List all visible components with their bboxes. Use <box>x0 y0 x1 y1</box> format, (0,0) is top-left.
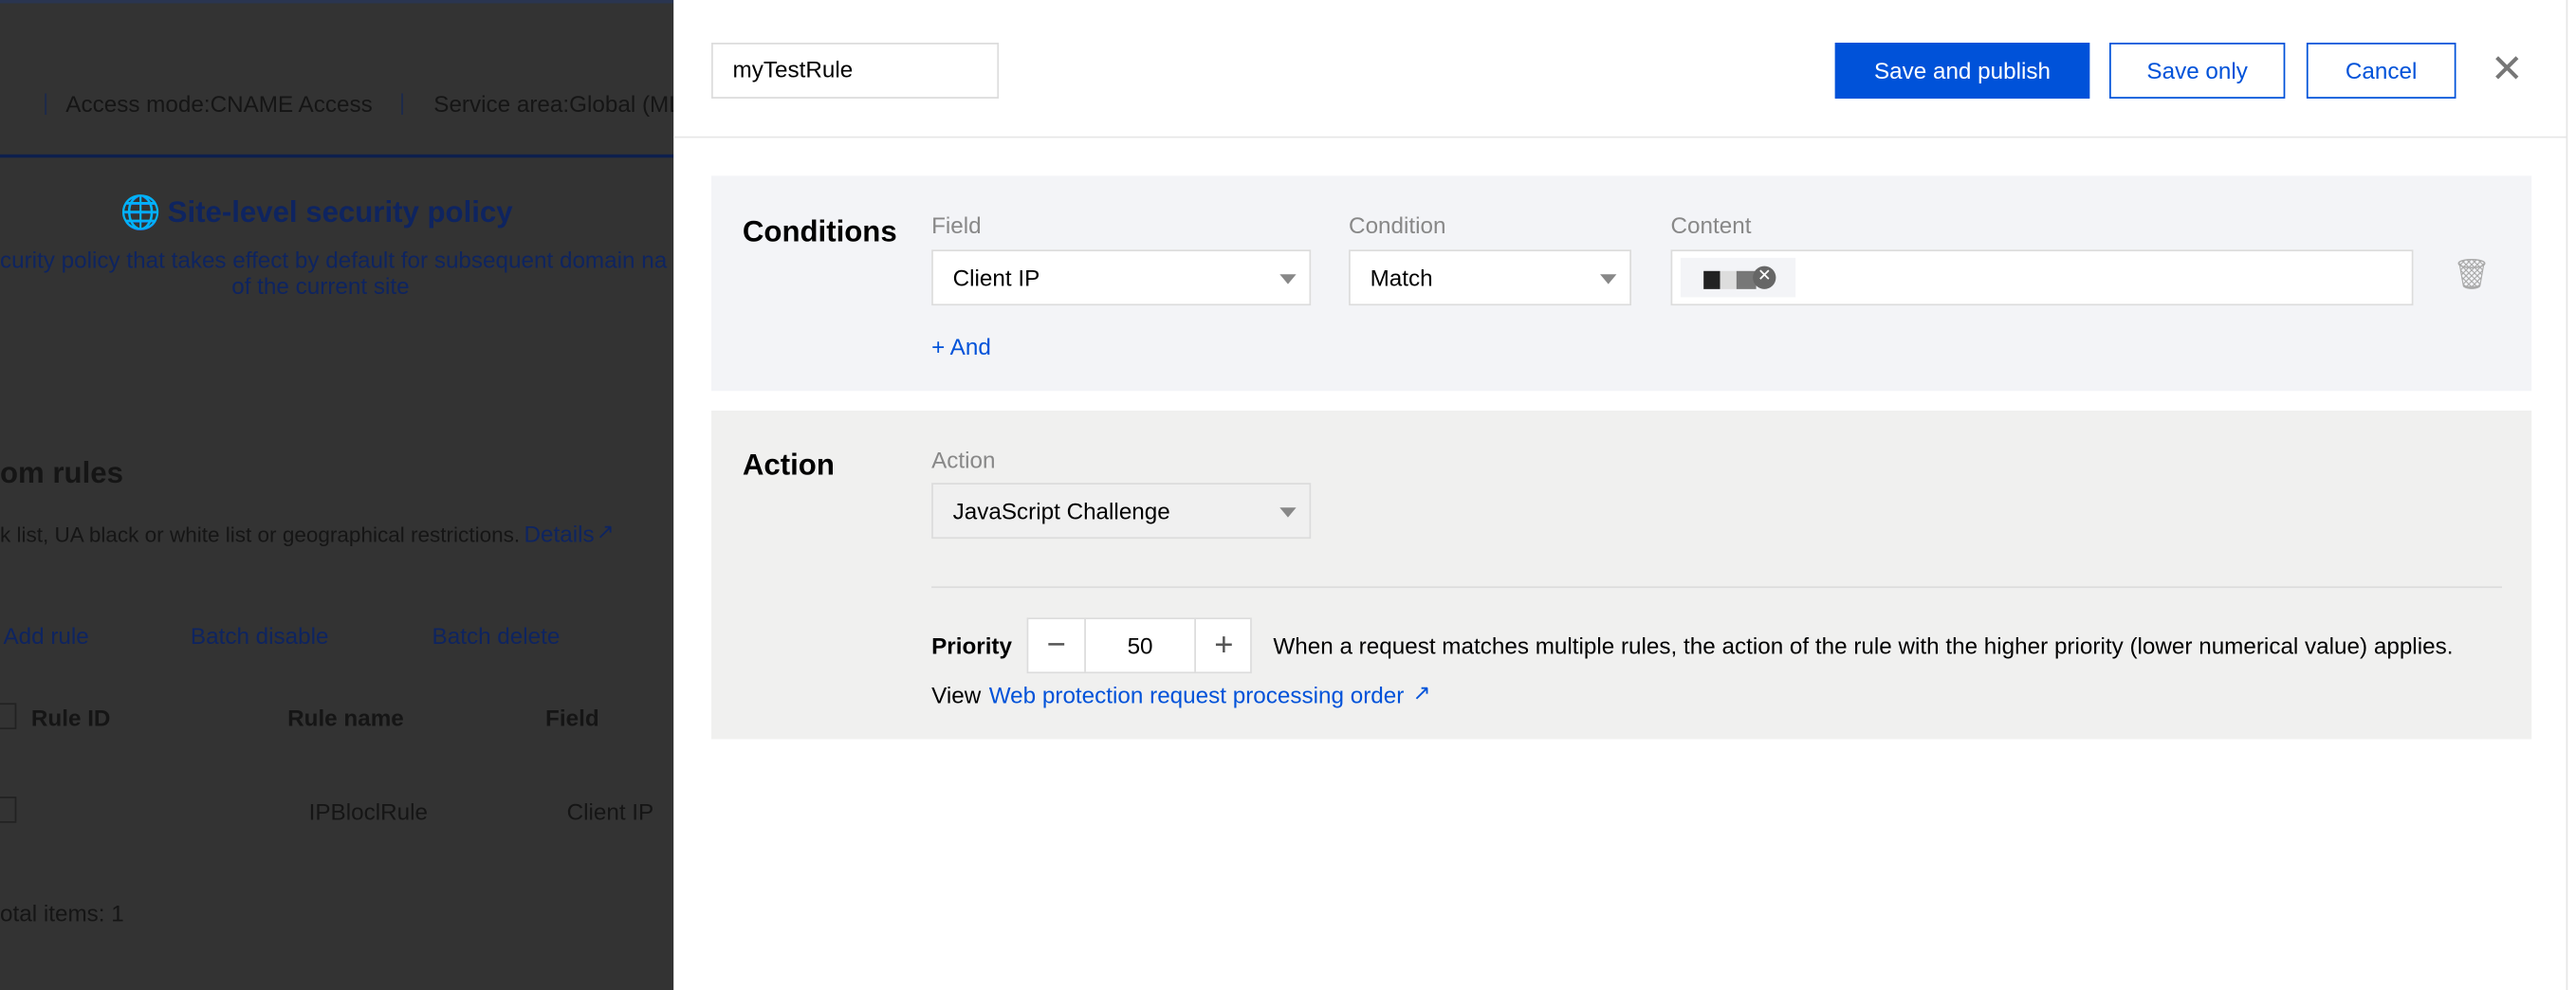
action-select-value: JavaScript Challenge <box>952 497 1170 524</box>
chevron-down-icon <box>1279 274 1297 284</box>
field-select[interactable]: Client IP <box>931 249 1312 306</box>
select-all-checkbox[interactable] <box>0 703 17 730</box>
row-rule-name: IPBloclRule <box>308 798 428 825</box>
header-divider <box>673 136 2567 138</box>
section-title: om rules <box>0 456 123 490</box>
chevron-down-icon <box>1279 507 1297 518</box>
content-input[interactable]: ✕ <box>1670 249 2414 306</box>
policy-title: Site-level security policy <box>167 195 513 229</box>
section-desc: k list, UA black or white list or geogra… <box>0 522 521 547</box>
processing-order-link[interactable]: Web protection request processing order <box>989 682 1405 708</box>
policy-desc-2: of the current site <box>231 272 410 300</box>
header-field: Field <box>545 705 599 731</box>
action-title: Action <box>742 448 835 482</box>
header-rule-name: Rule name <box>287 705 404 731</box>
chevron-down-icon <box>1600 274 1617 284</box>
field-label: Field <box>931 211 982 239</box>
field-select-value: Client IP <box>952 264 1040 291</box>
tag-remove-icon[interactable]: ✕ <box>1753 266 1776 289</box>
content-label: Content <box>1670 211 1752 239</box>
conditions-title: Conditions <box>742 214 897 248</box>
priority-stepper: − 50 + <box>1026 617 1252 674</box>
close-icon[interactable]: ✕ <box>2491 46 2524 93</box>
separator: | <box>398 88 406 116</box>
priority-label: Priority <box>931 632 1013 659</box>
action-select[interactable]: JavaScript Challenge <box>931 483 1312 540</box>
add-and-condition-link[interactable]: + And <box>931 334 991 360</box>
background-page: | Access mode:CNAME Access | Service are… <box>0 0 674 990</box>
view-label: View <box>931 681 982 708</box>
priority-input[interactable]: 50 <box>1086 619 1194 671</box>
divider <box>931 586 2502 589</box>
globe-icon: 🌐 <box>120 195 161 232</box>
trash-icon[interactable]: 🗑 <box>2453 258 2491 292</box>
condition-select[interactable]: Match <box>1349 249 1631 306</box>
add-rule-button[interactable]: Add rule <box>3 622 88 649</box>
external-link-icon[interactable]: ↗ <box>1413 680 1431 706</box>
rule-editor-drawer: myTestRule Save and publish Save only Ca… <box>673 0 2567 990</box>
details-link[interactable]: Details <box>524 521 595 547</box>
increment-button[interactable]: + <box>1194 619 1252 672</box>
row-checkbox[interactable] <box>0 797 17 823</box>
total-items: otal items: 1 <box>0 900 124 926</box>
ip-tag: ✕ <box>1680 257 1796 298</box>
redacted-block <box>1720 270 1737 289</box>
access-mode: Access mode:CNAME Access <box>65 90 373 117</box>
decrement-button[interactable]: − <box>1028 619 1086 672</box>
header-rule-id: Rule ID <box>30 705 111 731</box>
rule-name-input[interactable]: myTestRule <box>710 43 1000 99</box>
batch-delete-button[interactable]: Batch delete <box>432 622 561 649</box>
save-only-button[interactable]: Save only <box>2109 43 2286 99</box>
condition-label: Condition <box>1349 211 1446 239</box>
policy-desc: curity policy that takes effect by defau… <box>0 246 668 273</box>
save-and-publish-button[interactable]: Save and publish <box>1834 43 2090 99</box>
separator: | <box>43 88 49 116</box>
scrollbar-track[interactable] <box>2566 0 2576 990</box>
condition-select-value: Match <box>1370 264 1433 291</box>
external-link-icon: ↗ <box>596 519 615 544</box>
service-area: Service area:Global (ML <box>433 90 674 117</box>
redacted-block <box>1703 270 1720 289</box>
priority-description: When a request matches multiple rules, t… <box>1273 632 2454 659</box>
row-field: Client IP <box>566 798 654 825</box>
cancel-button[interactable]: Cancel <box>2306 43 2456 99</box>
tab-underline <box>0 154 674 158</box>
action-label: Action <box>931 447 996 473</box>
action-panel: Action Action JavaScript Challenge Prior… <box>710 411 2532 740</box>
top-border <box>0 0 674 4</box>
conditions-panel: Conditions Field Condition Content Clien… <box>710 175 2532 392</box>
batch-disable-button[interactable]: Batch disable <box>191 622 329 649</box>
